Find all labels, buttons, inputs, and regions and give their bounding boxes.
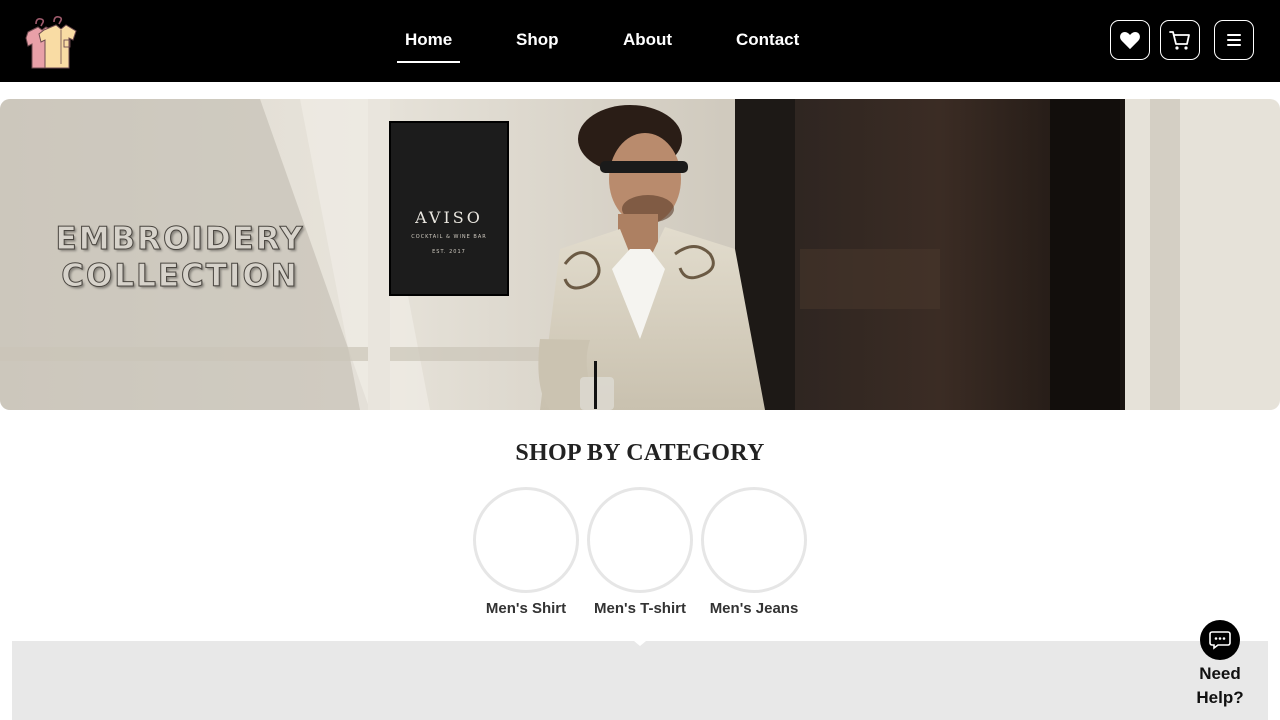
category-mens-jeans[interactable]: Men's Jeans	[701, 487, 807, 617]
hero-headline-line1: EMBROIDERY	[55, 221, 305, 258]
cart-icon	[1169, 31, 1190, 50]
chat-help-button[interactable]	[1200, 620, 1240, 660]
chat-bubble-icon	[1209, 631, 1231, 650]
panel-notch	[634, 641, 646, 646]
need-help-line2: Help?	[1196, 688, 1244, 707]
menu-button[interactable]	[1214, 20, 1254, 60]
category-mens-tshirt[interactable]: Men's T-shirt	[587, 487, 693, 617]
active-nav-indicator	[397, 61, 460, 63]
nav-home[interactable]: Home	[405, 30, 452, 50]
featured-section-panel	[12, 641, 1268, 720]
need-help-label[interactable]: Need Help?	[1180, 662, 1260, 710]
nav-about[interactable]: About	[623, 30, 672, 50]
sign-subtitle: COCKTAIL & WINE BAR	[411, 234, 487, 240]
wishlist-button[interactable]	[1110, 20, 1150, 60]
hero-banner[interactable]: AVISO COCKTAIL & WINE BAR EST. 2017 EMBR…	[0, 99, 1280, 410]
cart-button[interactable]	[1160, 20, 1200, 60]
category-image-placeholder[interactable]	[587, 487, 693, 593]
sign-name: AVISO	[415, 208, 483, 227]
heart-icon	[1120, 31, 1140, 50]
nav-shop[interactable]: Shop	[516, 30, 559, 50]
category-mens-shirt[interactable]: Men's Shirt	[473, 487, 579, 617]
sign-est: EST. 2017	[432, 249, 466, 255]
category-label: Men's Jeans	[709, 600, 799, 617]
site-header: Home Shop About Contact	[0, 0, 1280, 82]
category-image-placeholder[interactable]	[701, 487, 807, 593]
hamburger-menu-icon	[1227, 34, 1241, 46]
category-label: Men's Shirt	[485, 600, 567, 617]
category-image-placeholder[interactable]	[473, 487, 579, 593]
shop-by-category-title: SHOP BY CATEGORY	[515, 440, 765, 466]
need-help-line1: Need	[1199, 664, 1241, 683]
hero-headline-line2: COLLECTION	[61, 258, 299, 295]
hero-headline: EMBROIDERY COLLECTION	[52, 221, 308, 295]
nav-contact[interactable]: Contact	[736, 30, 799, 50]
category-label: Men's T-shirt	[594, 600, 686, 617]
main-nav: Home Shop About Contact	[0, 0, 1280, 82]
